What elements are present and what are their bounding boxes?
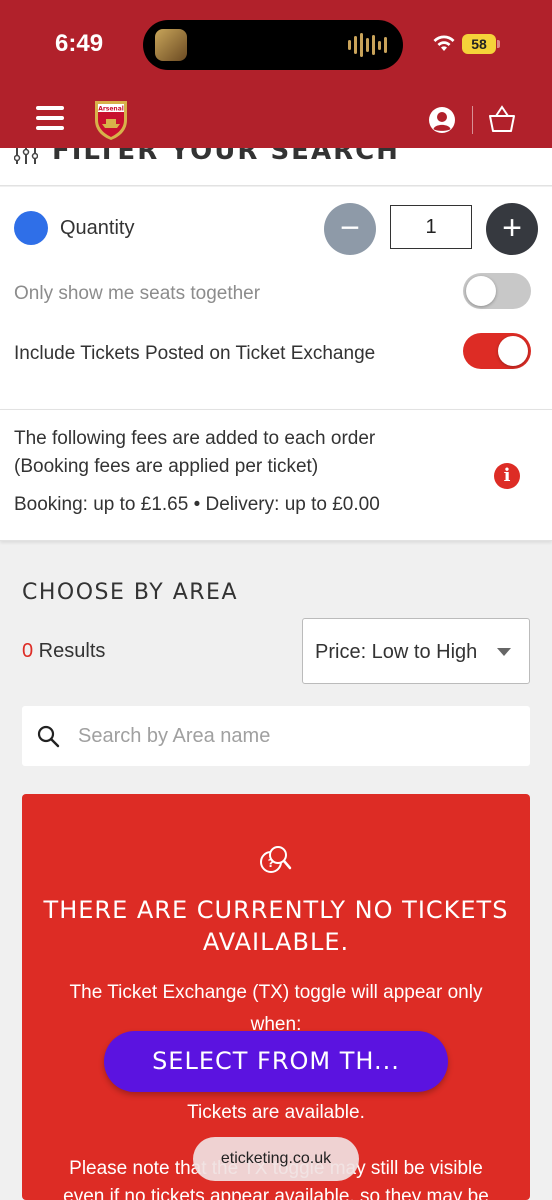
choose-area-title: CHOOSE BY AREA — [22, 580, 239, 605]
quantity-decrease-button[interactable]: − — [324, 203, 376, 255]
header-separator — [472, 106, 473, 134]
battery-indicator: 58 — [462, 34, 496, 54]
battery-tip — [497, 40, 500, 48]
no-tickets-note: even if no tickets appear available, so … — [63, 1186, 489, 1200]
status-bar: 6:49 58 — [0, 0, 552, 92]
filter-title: FILTER YOUR SEARCH — [52, 148, 400, 166]
filter-sliders-icon — [14, 148, 38, 164]
ticket-exchange-toggle[interactable] — [463, 333, 531, 369]
browser-url-pill[interactable]: eticketing.co.uk — [193, 1137, 359, 1181]
seats-together-toggle[interactable] — [463, 273, 531, 309]
search-icon — [37, 725, 60, 748]
fees-text: The following fees are added to each ord… — [14, 428, 376, 449]
info-icon[interactable]: i — [494, 463, 520, 489]
svg-text:?: ? — [268, 857, 274, 870]
crest-lettering: Arsenal — [98, 106, 124, 113]
filter-title-row: FILTER YOUR SEARCH — [0, 148, 552, 186]
wifi-icon — [433, 35, 455, 51]
sort-selected-value: Price: Low to High — [315, 641, 478, 663]
caret-down-icon — [497, 648, 511, 656]
no-tickets-text: Tickets are available. — [187, 1102, 365, 1123]
area-search-box — [22, 706, 530, 766]
fees-note: (Booking fees are applied per ticket) — [14, 456, 319, 477]
no-tickets-text: The Ticket Exchange (TX) toggle will app… — [69, 982, 483, 1003]
account-icon[interactable] — [428, 106, 456, 134]
quantity-indicator-dot — [14, 211, 48, 245]
quantity-input[interactable]: 1 — [390, 205, 472, 249]
ticket-exchange-label: Include Tickets Posted on Ticket Exchang… — [14, 343, 376, 364]
select-from-button[interactable]: SELECT FROM TH... — [104, 1031, 448, 1092]
dynamic-island — [143, 20, 403, 70]
seats-together-label: Only show me seats together — [14, 283, 261, 304]
no-tickets-heading: THERE ARE CURRENTLY NO TICKETS AVAILABLE… — [43, 896, 509, 956]
audio-waveform-icon — [348, 32, 387, 58]
app-header: Arsenal — [0, 92, 552, 148]
fees-amounts: Booking: up to £1.65 • Delivery: up to £… — [14, 494, 380, 515]
search-question-icon: ? — [260, 846, 292, 873]
status-time: 6:49 — [55, 30, 104, 57]
results-count: 0 Results — [22, 640, 105, 663]
hamburger-menu-icon[interactable] — [36, 106, 64, 130]
filter-panel: Quantity − 1 + Only show me seats togeth… — [0, 187, 552, 409]
basket-icon[interactable] — [488, 104, 516, 134]
fees-panel: The following fees are added to each ord… — [0, 409, 552, 541]
sort-dropdown[interactable]: Price: Low to High — [302, 618, 530, 684]
quantity-increase-button[interactable]: + — [486, 203, 538, 255]
now-playing-artwork — [155, 29, 187, 61]
results-label: Results — [33, 640, 106, 662]
results-number: 0 — [22, 640, 34, 662]
quantity-label: Quantity — [60, 217, 135, 239]
area-search-input[interactable] — [78, 706, 518, 766]
arsenal-crest-icon[interactable]: Arsenal — [92, 98, 130, 142]
